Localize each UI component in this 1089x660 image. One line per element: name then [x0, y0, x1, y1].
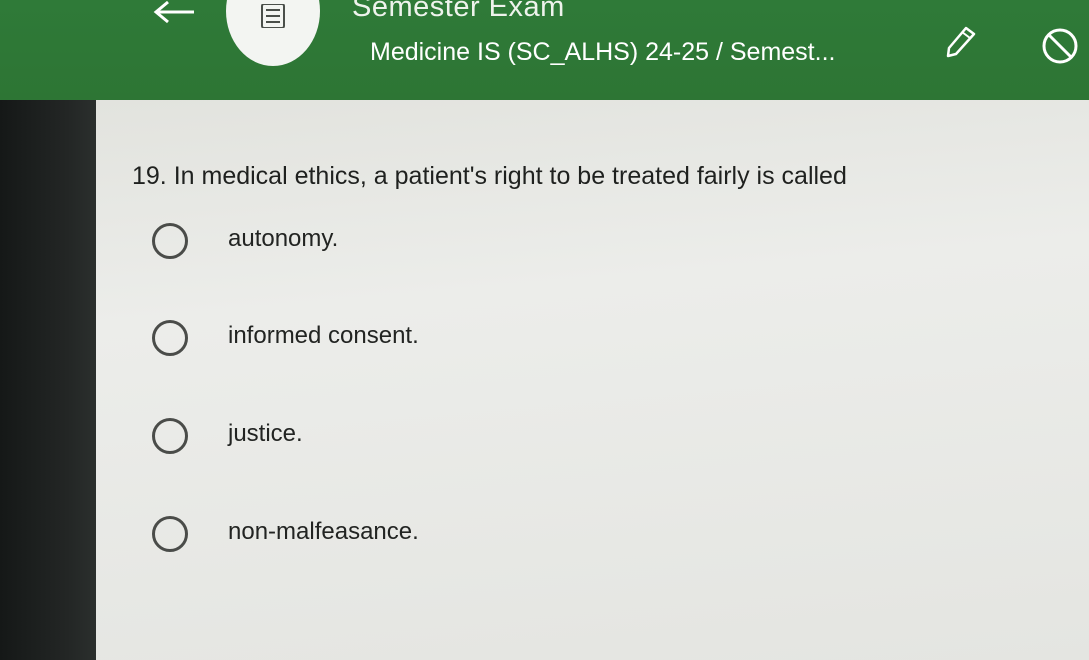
option-autonomy[interactable]: autonomy. — [152, 223, 572, 271]
screen: Semester Exam Medicine IS (SC_ALHS) 24-2… — [0, 0, 1089, 660]
radio-button[interactable] — [152, 516, 188, 552]
exam-title: Semester Exam — [352, 0, 565, 23]
arrow-left-icon — [153, 0, 194, 24]
back-button[interactable] — [150, 0, 198, 30]
option-label: justice. — [228, 420, 303, 447]
radio-button[interactable] — [152, 320, 188, 356]
pencil-icon — [946, 26, 976, 58]
option-non-malfeasance[interactable]: non-malfeasance. — [152, 516, 572, 564]
course-subtitle: Medicine IS (SC_ALHS) 24-25 / Semest... — [370, 38, 836, 66]
option-justice[interactable]: justice. — [152, 418, 572, 466]
list-icon — [261, 4, 285, 28]
annotate-button[interactable] — [942, 24, 978, 60]
option-label: non-malfeasance. — [228, 518, 419, 545]
option-informed-consent[interactable]: informed consent. — [152, 320, 572, 368]
question-panel: 19. In medical ethics, a patient's right… — [96, 100, 1089, 660]
radio-button[interactable] — [152, 418, 188, 454]
block-icon — [1042, 28, 1078, 64]
question-text: 19. In medical ethics, a patient's right… — [132, 162, 847, 190]
app-header: Semester Exam Medicine IS (SC_ALHS) 24-2… — [0, 0, 1089, 100]
question-list-button[interactable] — [226, 0, 320, 66]
option-label: informed consent. — [228, 322, 419, 349]
radio-button[interactable] — [152, 223, 188, 259]
block-button[interactable] — [1040, 26, 1080, 66]
option-label: autonomy. — [228, 225, 339, 252]
